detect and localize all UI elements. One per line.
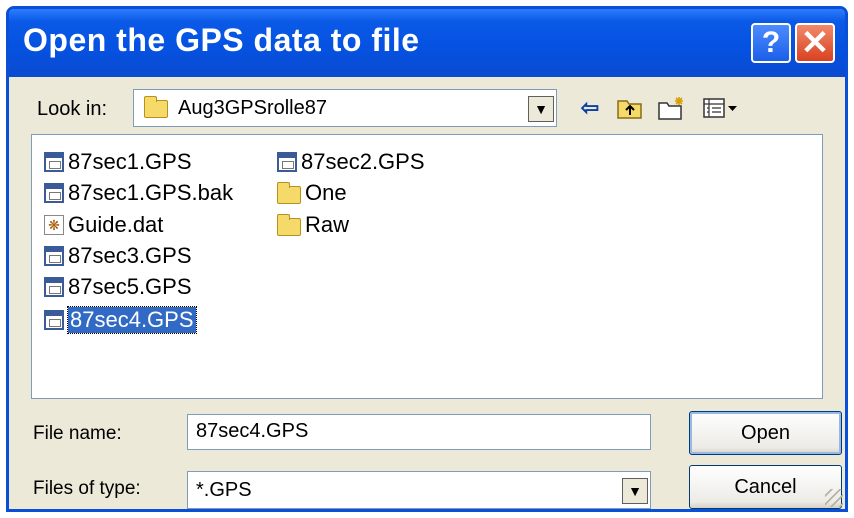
list-item[interactable]: Raw — [277, 211, 349, 239]
list-item-selected[interactable]: 87sec4.GPS — [44, 306, 197, 334]
files-of-type-dropdown-button[interactable]: ▼ — [622, 478, 648, 504]
up-one-level-icon[interactable] — [615, 93, 645, 123]
list-item[interactable]: 87sec5.GPS — [44, 273, 192, 301]
look-in-combo[interactable]: Aug3GPSrolle87 ▼ — [133, 89, 557, 127]
list-item[interactable]: 87sec1.GPS.bak — [44, 179, 233, 207]
gps-file-icon — [44, 310, 64, 330]
cancel-button[interactable]: Cancel — [689, 465, 842, 509]
gps-file-icon — [44, 152, 64, 172]
back-arrow-icon[interactable]: ⇦ — [575, 93, 605, 123]
close-button[interactable]: ✕ — [795, 23, 835, 63]
gps-file-icon — [44, 246, 64, 266]
folder-icon — [144, 96, 168, 118]
folder-icon — [277, 214, 301, 236]
list-item[interactable]: 87sec2.GPS — [277, 148, 425, 176]
help-button[interactable]: ? — [751, 23, 791, 63]
look-in-label: Look in: — [37, 98, 108, 120]
files-of-type-label: Files of type: — [33, 478, 141, 499]
folder-name-label: One — [305, 180, 347, 205]
file-name-input[interactable]: 87sec4.GPS — [187, 414, 651, 450]
file-name-label: 87sec1.GPS.bak — [68, 180, 234, 205]
file-name-label: Guide.dat — [68, 212, 164, 237]
folder-name-label: Raw — [305, 212, 350, 237]
title-bar[interactable]: Open the GPS data to file ? ✕ — [9, 9, 845, 77]
dat-file-icon: ❋ — [44, 215, 64, 235]
open-button[interactable]: Open — [689, 411, 842, 455]
new-folder-icon[interactable] — [657, 93, 687, 123]
file-name-label: File name: — [33, 423, 122, 444]
file-list[interactable]: 87sec1.GPS 87sec1.GPS.bak ❋ Guide.dat 87… — [31, 134, 823, 399]
open-dialog: Open the GPS data to file ? ✕ Look in: A… — [6, 6, 848, 512]
gps-file-icon — [44, 277, 64, 297]
view-menu-icon[interactable] — [701, 93, 741, 123]
file-name-label: 87sec4.GPS — [67, 306, 197, 334]
dialog-title: Open the GPS data to file — [23, 22, 420, 58]
list-item[interactable]: 87sec1.GPS — [44, 148, 192, 176]
file-name-label: 87sec3.GPS — [68, 243, 192, 268]
list-item[interactable]: One — [277, 179, 347, 207]
file-name-label: 87sec2.GPS — [301, 149, 425, 174]
gps-file-icon — [277, 152, 297, 172]
list-item[interactable]: 87sec3.GPS — [44, 242, 192, 270]
list-item[interactable]: ❋ Guide.dat — [44, 211, 163, 239]
files-of-type-combo[interactable]: *.GPS ▼ — [187, 471, 651, 509]
folder-icon — [277, 182, 301, 204]
look-in-dropdown-button[interactable]: ▼ — [528, 96, 554, 122]
files-of-type-value: *.GPS — [196, 479, 252, 501]
gps-file-icon — [44, 183, 64, 203]
file-name-label: 87sec5.GPS — [68, 274, 192, 299]
file-name-label: 87sec1.GPS — [68, 149, 192, 174]
resize-grip-icon[interactable] — [825, 489, 843, 507]
look-in-value: Aug3GPSrolle87 — [178, 97, 327, 119]
